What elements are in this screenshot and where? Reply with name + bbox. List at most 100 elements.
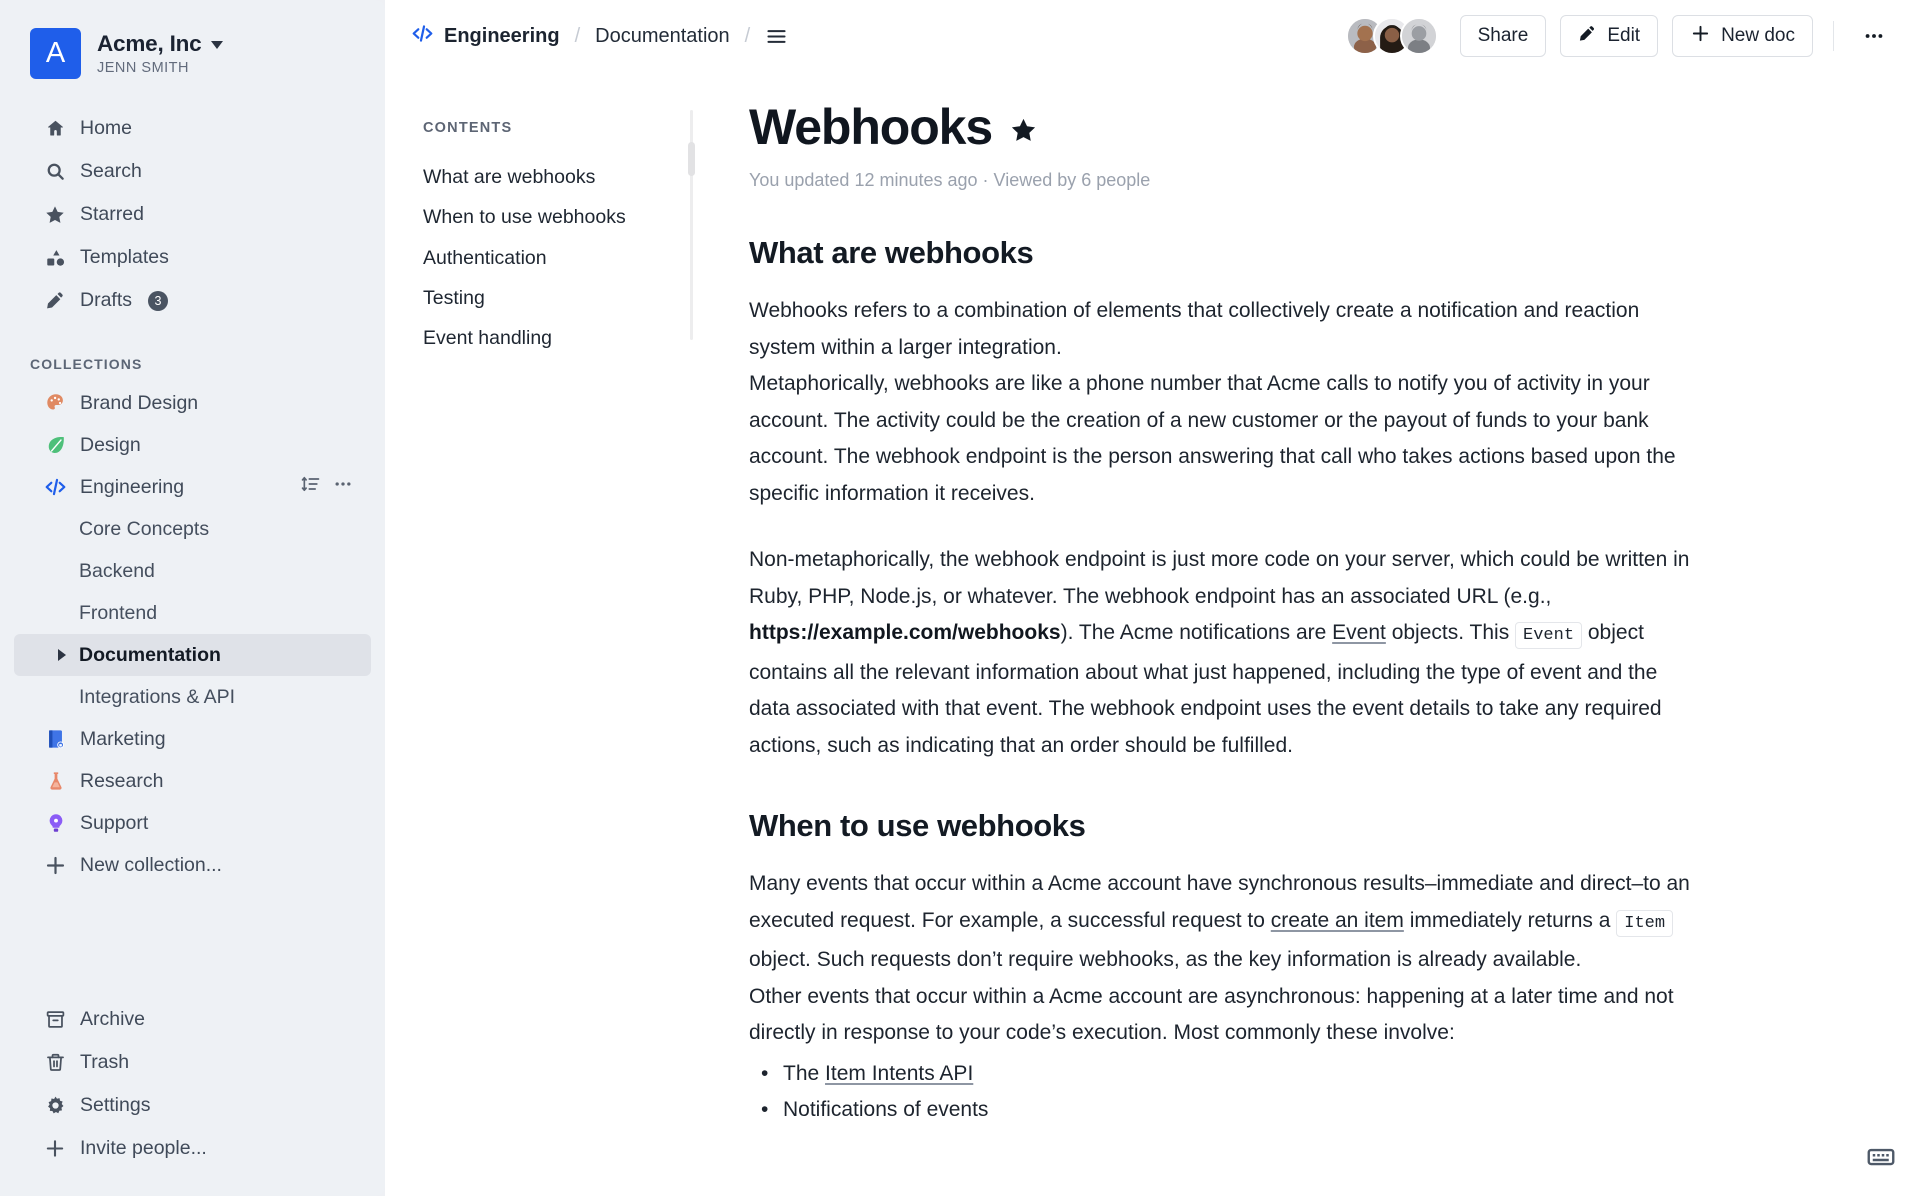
sidebar-item-templates[interactable]: Templates — [14, 236, 371, 279]
sidebar-item-label: Drafts — [80, 289, 133, 311]
sidebar-item-drafts[interactable]: Drafts 3 — [14, 279, 371, 322]
toc-scrollbar-thumb[interactable] — [688, 142, 695, 176]
sidebar-doc-backend[interactable]: Backend — [14, 550, 371, 592]
sidebar-collection-label: Research — [80, 769, 164, 792]
event-link[interactable]: Event — [1332, 621, 1386, 644]
sidebar-collection-research[interactable]: Research — [14, 760, 371, 802]
plus-icon — [44, 1138, 66, 1160]
paragraph-3-text-a: Non-metaphorically, the webhook endpoint… — [749, 548, 1690, 608]
sidebar-collection-label: Brand Design — [80, 391, 199, 414]
code-icon — [411, 22, 434, 51]
search-icon — [44, 161, 66, 183]
collaborator-avatars[interactable] — [1345, 17, 1438, 55]
share-button[interactable]: Share — [1459, 15, 1547, 57]
collections-section-label: COLLECTIONS — [30, 356, 143, 372]
team-name: Acme, Inc — [97, 30, 202, 56]
sidebar-item-search[interactable]: Search — [14, 150, 371, 193]
item-intents-api-link[interactable]: Item Intents API — [825, 1062, 973, 1085]
more-icon[interactable] — [1854, 16, 1894, 56]
paragraph-4-text-c: object. Such requests don’t require webh… — [749, 948, 1582, 971]
sidebar-item-trash[interactable]: Trash — [14, 1041, 371, 1084]
sort-icon[interactable] — [301, 474, 321, 500]
sidebar-doc-core-concepts[interactable]: Core Concepts — [14, 508, 371, 550]
list-item: Notifications of events — [761, 1092, 1695, 1129]
star-icon[interactable] — [1009, 116, 1038, 145]
sidebar-new-collection[interactable]: New collection... — [14, 844, 371, 886]
list-item-text: Notifications of events — [783, 1098, 989, 1121]
sidebar-item-invite-people[interactable]: Invite people... — [14, 1127, 371, 1170]
pencil-icon — [44, 290, 66, 312]
sidebar-item-home[interactable]: Home — [14, 107, 371, 150]
edit-button[interactable]: Edit — [1560, 15, 1659, 57]
toc-item-authentication[interactable]: Authentication — [423, 238, 705, 278]
keyboard-icon[interactable] — [1864, 1140, 1898, 1174]
sidebar-doc-label: Backend — [79, 559, 155, 582]
create-an-item-link[interactable]: create an item — [1271, 909, 1404, 932]
code-emoji-icon — [44, 476, 67, 499]
team-avatar: A — [30, 28, 81, 79]
sidebar-doc-integrations-api[interactable]: Integrations & API — [14, 676, 371, 718]
flask-emoji-icon — [44, 770, 67, 793]
team-switcher[interactable]: A Acme, Inc JENN SMITH — [0, 22, 385, 85]
hamburger-icon[interactable] — [763, 23, 790, 50]
sidebar: A Acme, Inc JENN SMITH Home Search Starr… — [0, 0, 385, 1196]
sidebar-doc-frontend[interactable]: Frontend — [14, 592, 371, 634]
sidebar-item-label: Archive — [80, 1008, 146, 1030]
toc-item-testing[interactable]: Testing — [423, 278, 705, 318]
breadcrumb-separator: / — [744, 24, 751, 47]
content-wrapper: CONTENTS What are webhooks When to use w… — [385, 72, 1920, 1129]
current-user-name: JENN SMITH — [97, 59, 189, 76]
toc-item-event-handling[interactable]: Event handling — [423, 318, 705, 358]
bulb-emoji-icon — [44, 812, 67, 835]
sidebar-doc-label: Integrations & API — [79, 685, 236, 708]
disclosure-triangle-icon[interactable] — [58, 649, 66, 661]
sidebar-collection-brand-design[interactable]: Brand Design — [14, 382, 371, 424]
breadcrumb-item-documentation[interactable]: Documentation — [593, 21, 732, 52]
paragraph-5: Other events that occur within a Acme ac… — [749, 984, 1674, 1045]
sidebar-doc-label: Core Concepts — [79, 517, 210, 540]
chevron-down-icon[interactable] — [210, 40, 223, 49]
topbar-actions: Share Edit New doc — [1345, 15, 1894, 57]
toolbar-divider — [1833, 21, 1834, 51]
toc-item-what-are-webhooks[interactable]: What are webhooks — [423, 157, 705, 197]
main-content: Engineering / Documentation / Share Edit… — [385, 0, 1920, 1196]
avatar[interactable] — [1399, 17, 1438, 55]
archive-icon — [44, 1009, 66, 1031]
sidebar-doc-label: Frontend — [79, 601, 158, 624]
sidebar-item-label: Settings — [80, 1094, 151, 1116]
sidebar-item-archive[interactable]: Archive — [14, 998, 371, 1041]
section-heading-when-to-use-webhooks: When to use webhooks — [749, 808, 1086, 843]
sidebar-item-label: Trash — [80, 1051, 130, 1073]
sidebar-doc-documentation[interactable]: Documentation — [14, 634, 371, 676]
star-icon — [44, 204, 66, 226]
more-icon[interactable] — [333, 474, 353, 500]
home-icon — [44, 118, 66, 140]
breadcrumb-item-engineering[interactable]: Engineering — [409, 18, 562, 55]
sidebar-item-label: Home — [80, 117, 133, 139]
sidebar-item-label: Invite people... — [80, 1137, 207, 1159]
inline-code-event: Event — [1515, 622, 1583, 649]
sidebar-collection-marketing[interactable]: Marketing — [14, 718, 371, 760]
sidebar-bottom-nav: Archive Trash Settings Invite people... — [0, 998, 385, 1196]
sidebar-collection-label: New collection... — [80, 853, 222, 876]
sidebar-collection-support[interactable]: Support — [14, 802, 371, 844]
app-root: A Acme, Inc JENN SMITH Home Search Starr… — [0, 0, 1920, 1196]
sidebar-item-settings[interactable]: Settings — [14, 1084, 371, 1127]
sidebar-item-starred[interactable]: Starred — [14, 193, 371, 236]
plus-icon — [1690, 23, 1711, 50]
sidebar-collection-engineering[interactable]: Engineering — [14, 466, 371, 508]
paragraph-4-text-b: immediately returns a — [1403, 908, 1617, 932]
toc-item-when-to-use-webhooks[interactable]: When to use webhooks — [423, 197, 705, 237]
book-emoji-icon — [44, 728, 67, 751]
inline-code-item: Item — [1616, 909, 1674, 937]
sidebar-collection-design[interactable]: Design — [14, 424, 371, 466]
topbar: Engineering / Documentation / Share Edit… — [385, 0, 1920, 72]
sidebar-doc-label: Documentation — [79, 643, 221, 666]
new-doc-button[interactable]: New doc — [1672, 15, 1813, 57]
list-item: The Item Intents API — [761, 1056, 1695, 1093]
paragraph-1: Webhooks refers to a combination of elem… — [749, 299, 1640, 359]
document-body: Webhooks You updated 12 minutes ago · Vi… — [705, 100, 1785, 1129]
drafts-count-badge: 3 — [148, 290, 169, 311]
